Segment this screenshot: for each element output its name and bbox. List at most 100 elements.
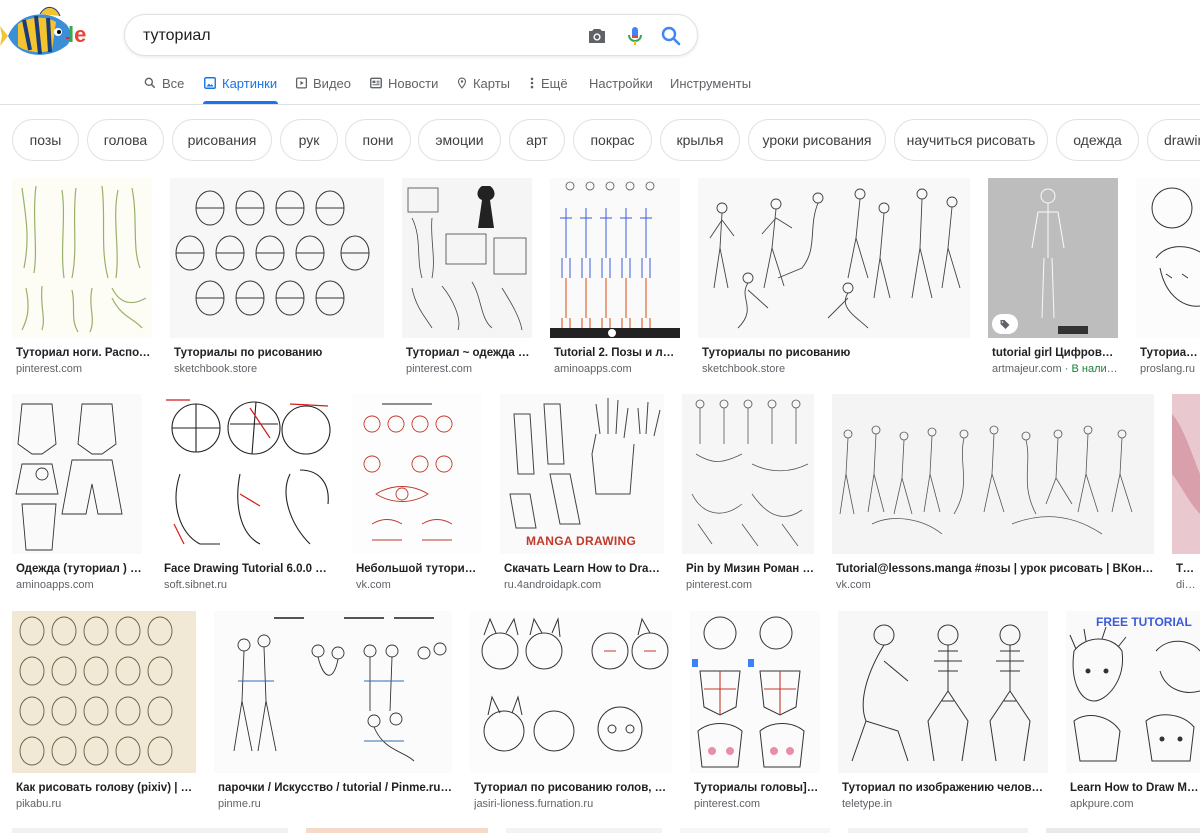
result-thumbnail[interactable] (470, 611, 672, 773)
chip[interactable]: пони (345, 119, 411, 161)
result-source[interactable]: aminoapps.com (16, 579, 142, 591)
image-result[interactable] (1046, 828, 1200, 833)
result-thumbnail[interactable] (1172, 394, 1200, 554)
image-result[interactable] (306, 828, 488, 833)
result-source[interactable]: apkpure.com (1070, 798, 1200, 810)
image-result[interactable]: Как рисовать голову (pixiv) | Пи… pikabu… (12, 611, 196, 813)
camera-icon[interactable] (585, 24, 609, 48)
result-source[interactable]: teletype.in (842, 798, 1048, 810)
tab-news[interactable]: Новости (369, 72, 439, 104)
result-title[interactable]: Tutorial 2. Позы и лиц… (554, 347, 680, 359)
result-title[interactable]: Learn How to Draw Manga… (1070, 782, 1200, 794)
chip[interactable]: drawing (1147, 119, 1200, 161)
image-result[interactable] (506, 828, 662, 833)
image-result[interactable]: Туториал: ч… proslang.ru (1136, 178, 1200, 378)
tab-maps[interactable]: Карты (456, 72, 510, 104)
result-source[interactable]: diary… (1176, 579, 1200, 591)
result-title[interactable]: Туториалы по рисованию (702, 347, 970, 359)
result-title[interactable]: Туториал по рисованию голов, Авт… (474, 782, 672, 794)
image-result[interactable]: Туториал ~ одежда / … pinterest.com (402, 178, 532, 378)
result-source[interactable]: pinterest.com (694, 798, 820, 810)
result-thumbnail[interactable] (12, 611, 196, 773)
image-result[interactable]: Туториал по изображению человека … telet… (838, 611, 1048, 813)
result-source[interactable]: vk.com (836, 579, 1154, 591)
image-result[interactable]: Небольшой туториал … vk.com (352, 394, 482, 594)
chip[interactable]: крылья (660, 119, 740, 161)
result-title[interactable]: Туториал ноги. Располо… (16, 347, 152, 359)
image-result[interactable]: Tutorial@lessons.manga #позы | урок рисо… (832, 394, 1154, 594)
result-thumbnail[interactable] (12, 178, 152, 338)
chip[interactable]: рисования (172, 119, 272, 161)
result-thumbnail[interactable] (402, 178, 532, 338)
result-title[interactable]: Скачать Learn How to Draw … (504, 563, 664, 575)
tab-tools[interactable]: Инструменты (670, 72, 751, 104)
tab-more[interactable]: Ещё (528, 72, 568, 104)
chip[interactable]: одежда (1056, 119, 1139, 161)
result-source[interactable]: pikabu.ru (16, 798, 196, 810)
result-source[interactable]: aminoapps.com (554, 363, 680, 375)
chip[interactable]: рук (280, 119, 338, 161)
result-source[interactable]: proslang.ru (1140, 363, 1200, 375)
result-title[interactable]: Небольшой туториал … (356, 563, 482, 575)
result-title[interactable]: Туториалы по рисованию (174, 347, 384, 359)
image-result[interactable]: Face Drawing Tutorial 6.0.0 для… soft.si… (160, 394, 334, 594)
result-thumbnail[interactable] (352, 394, 482, 554)
result-title[interactable]: парочки / Искусство / tutorial / Pinme.r… (218, 782, 452, 794)
result-title[interactable]: Одежда (туториал ) | … (16, 563, 142, 575)
image-result[interactable]: MANGA DRAWING Скачать Learn How to Draw … (500, 394, 664, 594)
chip[interactable]: уроки рисования (748, 119, 886, 161)
result-thumbnail[interactable] (214, 611, 452, 773)
chip[interactable]: позы (12, 119, 79, 161)
result-source[interactable]: sketchbook.store (702, 363, 970, 375)
image-result[interactable]: Pin by Мизин Роман А… pinterest.com (682, 394, 814, 594)
result-thumbnail[interactable] (1136, 178, 1200, 338)
result-title[interactable]: Face Drawing Tutorial 6.0.0 для… (164, 563, 334, 575)
result-thumbnail[interactable] (838, 611, 1048, 773)
result-thumbnail[interactable] (690, 611, 820, 773)
result-source[interactable]: vk.com (356, 579, 482, 591)
image-result[interactable]: Одежда (туториал ) | … aminoapps.com (12, 394, 142, 594)
image-result[interactable] (12, 828, 288, 833)
image-result[interactable] (680, 828, 830, 833)
image-result[interactable]: tutorial girl Цифровое … artmajeur.com ·… (988, 178, 1118, 378)
result-source[interactable]: sketchbook.store (174, 363, 384, 375)
result-source[interactable]: artmajeur.com · В налич… (992, 363, 1118, 375)
result-source[interactable]: pinterest.com (686, 579, 814, 591)
result-source[interactable]: pinterest.com (406, 363, 532, 375)
result-source[interactable]: pinterest.com (16, 363, 152, 375)
result-thumbnail[interactable] (550, 178, 680, 338)
image-result[interactable]: Tutorial 2. Позы и лиц… aminoapps.com (550, 178, 680, 378)
image-result[interactable] (848, 828, 1028, 833)
result-source[interactable]: pinme.ru (218, 798, 452, 810)
tab-video[interactable]: Видео (295, 72, 351, 104)
result-thumbnail[interactable] (170, 178, 384, 338)
result-title[interactable]: Pin by Мизин Роман А… (686, 563, 814, 575)
image-result[interactable]: Туто… diary… (1172, 394, 1200, 594)
chip[interactable]: покрас (573, 119, 652, 161)
image-result[interactable]: FREE TUTORIAL Learn How to Draw Manga… a… (1066, 611, 1200, 813)
result-source[interactable]: jasiri-lioness.furnation.ru (474, 798, 672, 810)
result-source[interactable]: soft.sibnet.ru (164, 579, 334, 591)
result-thumbnail[interactable]: FREE TUTORIAL (1066, 611, 1200, 773)
result-title[interactable]: Туториалы головы] | … (694, 782, 820, 794)
search-input[interactable] (143, 24, 563, 48)
tab-all[interactable]: Все (143, 72, 189, 104)
image-result[interactable]: Туториал по рисованию голов, Авт… jasiri… (470, 611, 672, 813)
result-thumbnail[interactable] (698, 178, 970, 338)
search-icon[interactable] (659, 24, 683, 48)
result-thumbnail[interactable]: MANGA DRAWING (500, 394, 664, 554)
result-title[interactable]: Туториал: ч… (1140, 347, 1200, 359)
image-result[interactable]: Туториалы по рисованию sketchbook.store (170, 178, 384, 378)
tab-settings[interactable]: Настройки (589, 72, 653, 104)
result-title[interactable]: Как рисовать голову (pixiv) | Пи… (16, 782, 196, 794)
result-title[interactable]: Tutorial@lessons.manga #позы | урок рисо… (836, 563, 1154, 575)
microphone-icon[interactable] (623, 24, 647, 48)
result-title[interactable]: tutorial girl Цифровое … (992, 347, 1118, 359)
chip[interactable]: голова (87, 119, 164, 161)
result-thumbnail[interactable] (160, 394, 334, 554)
result-title[interactable]: Туториал по изображению человека … (842, 782, 1048, 794)
chip[interactable]: научиться рисовать (894, 119, 1048, 161)
result-title[interactable]: Туто… (1176, 563, 1200, 575)
tab-images[interactable]: Картинки (203, 72, 278, 104)
chip[interactable]: арт (509, 119, 565, 161)
